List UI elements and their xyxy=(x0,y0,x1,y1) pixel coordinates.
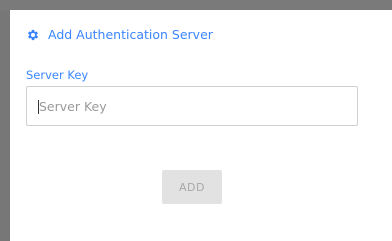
dialog-title: Add Authentication Server xyxy=(48,26,213,42)
backdrop-edge xyxy=(0,10,10,241)
server-key-label: Server Key xyxy=(26,68,89,82)
text-caret xyxy=(38,100,39,114)
backdrop xyxy=(0,0,392,10)
dialog-header: Add Authentication Server xyxy=(26,28,213,42)
add-button[interactable]: ADD xyxy=(162,170,222,204)
gear-icon xyxy=(27,29,39,41)
server-key-input[interactable] xyxy=(26,86,358,126)
